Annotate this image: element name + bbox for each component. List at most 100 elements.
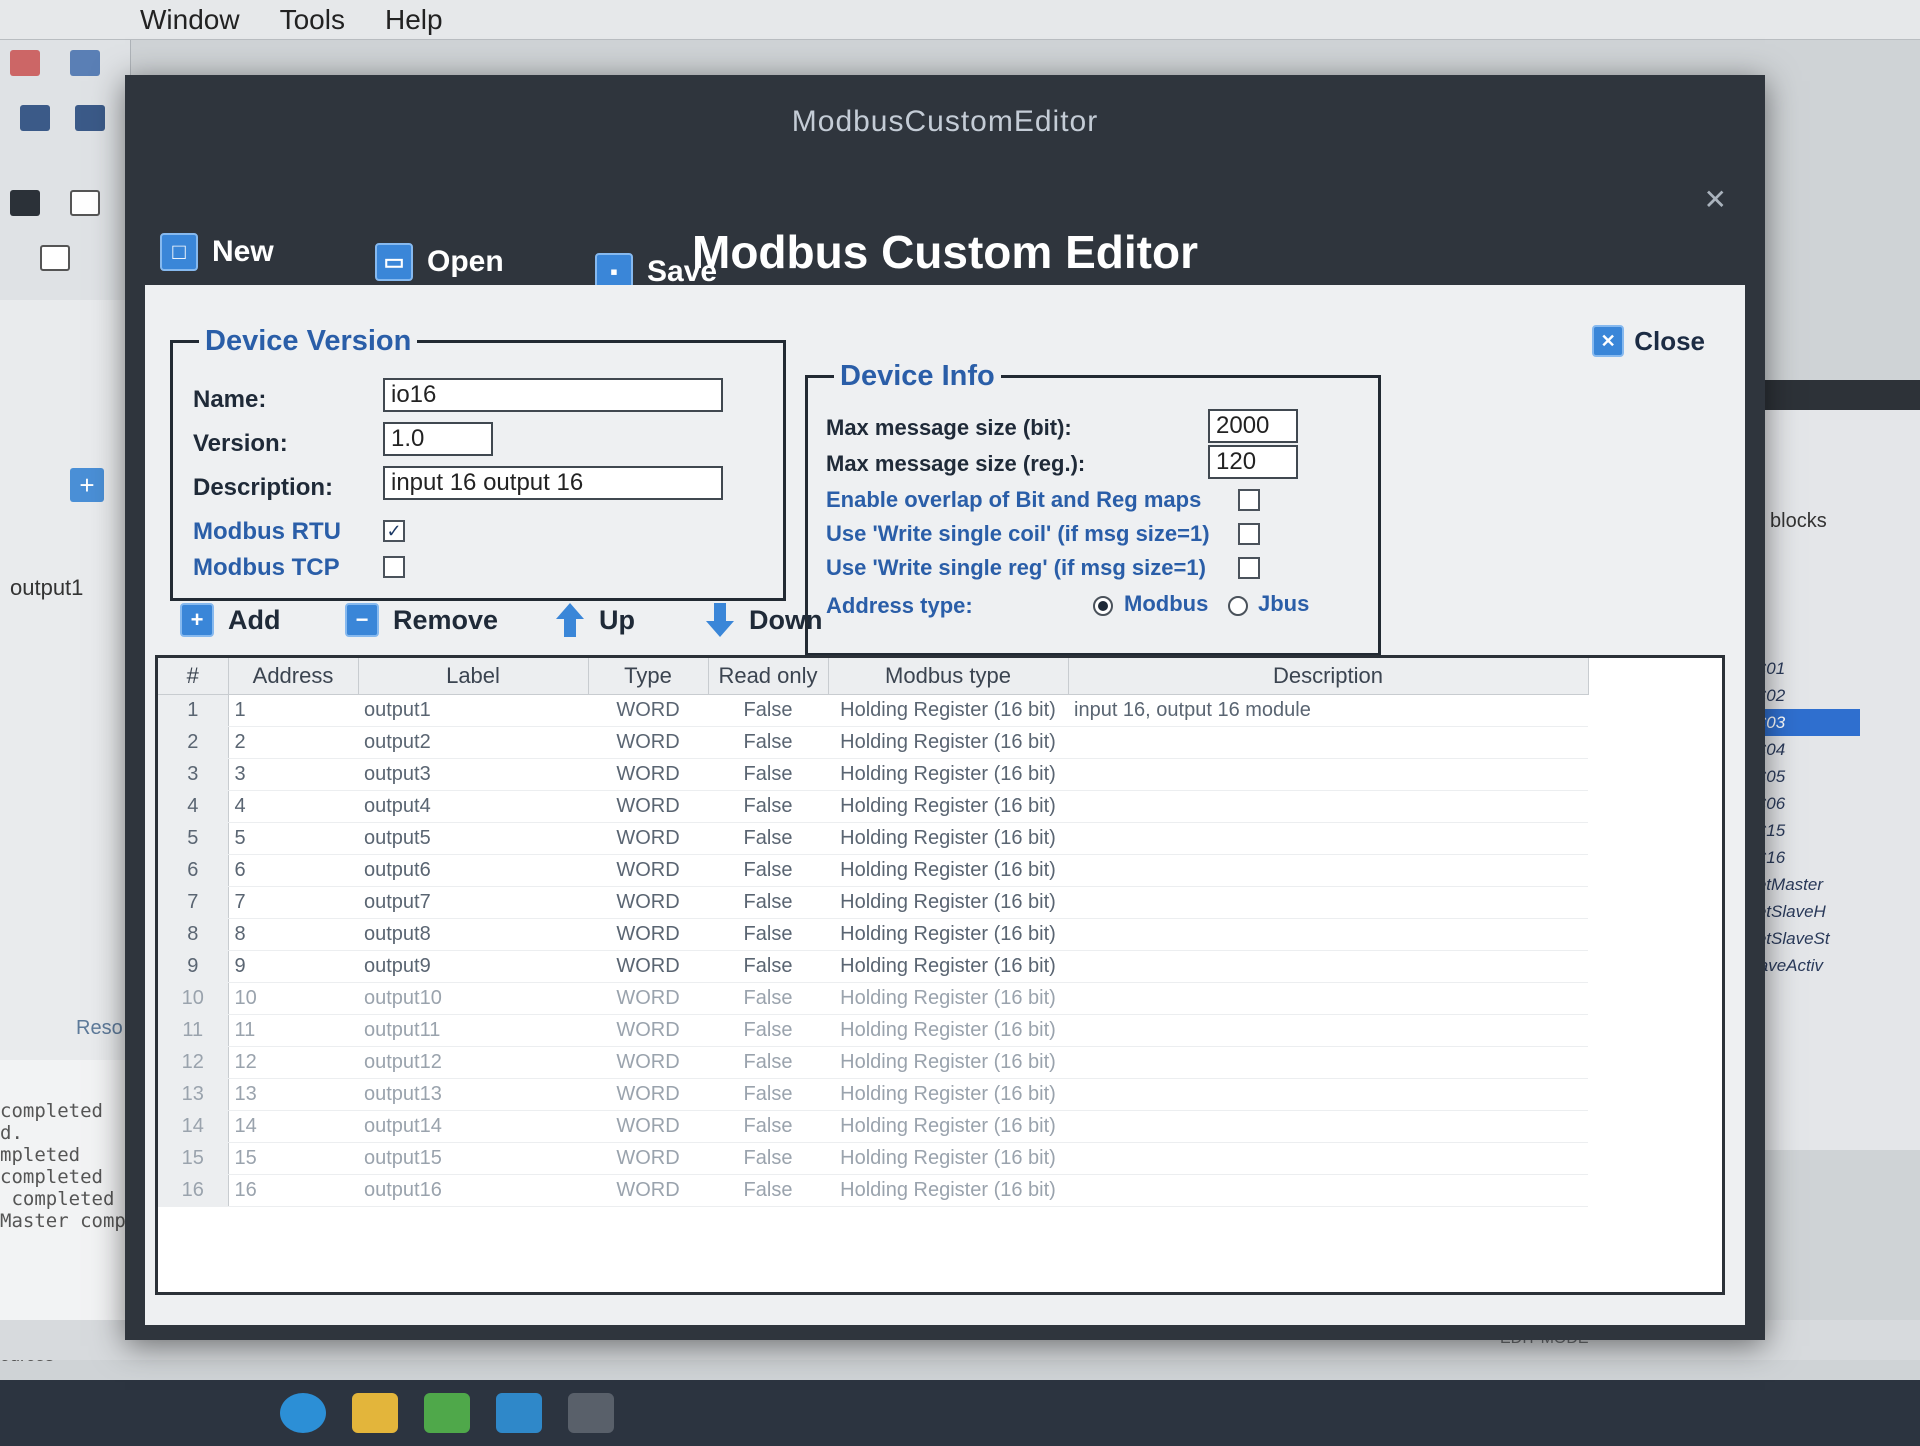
type-cell[interactable]: WORD (588, 790, 708, 823)
description-cell[interactable] (1068, 822, 1588, 855)
label-cell[interactable]: output5 (358, 822, 588, 855)
type-cell[interactable]: WORD (588, 1046, 708, 1079)
modbus-rtu-checkbox[interactable]: ✓ (383, 520, 405, 542)
address-cell[interactable]: 5 (228, 822, 358, 855)
type-cell[interactable]: WORD (588, 950, 708, 983)
menu-help[interactable]: Help (385, 4, 443, 36)
description-cell[interactable] (1068, 726, 1588, 759)
address-cell[interactable]: 6 (228, 854, 358, 887)
toolbar-tool-icon[interactable] (70, 50, 100, 76)
address-cell[interactable]: 1 (228, 694, 358, 727)
table-row[interactable]: 12 12 output12 WORD False Holding Register (1… (158, 1046, 1588, 1079)
read-only-cell[interactable]: False (708, 854, 828, 887)
jbus-radio[interactable] (1228, 596, 1248, 616)
row-index-cell[interactable]: 12 (158, 1046, 229, 1079)
label-cell[interactable]: output13 (358, 1078, 588, 1111)
table-row[interactable]: 10 10 output10 WORD False Holding Register (1… (158, 982, 1588, 1015)
write-reg-checkbox[interactable] (1238, 557, 1260, 579)
modbus-type-cell[interactable]: Holding Register (16 bit) (828, 790, 1068, 823)
address-cell[interactable]: 8 (228, 918, 358, 951)
modbus-type-cell[interactable]: Holding Register (16 bit) (828, 918, 1068, 951)
label-cell[interactable]: output2 (358, 726, 588, 759)
description-cell[interactable] (1068, 1014, 1588, 1047)
modbus-type-cell[interactable]: Holding Register (16 bit) (828, 694, 1068, 727)
label-cell[interactable]: output11 (358, 1014, 588, 1047)
row-index-cell[interactable]: 15 (158, 1142, 229, 1175)
address-cell[interactable]: 12 (228, 1046, 358, 1079)
type-cell[interactable]: WORD (588, 1014, 708, 1047)
modbus-type-cell[interactable]: Holding Register (16 bit) (828, 726, 1068, 759)
label-cell[interactable]: output6 (358, 854, 588, 887)
address-cell[interactable]: 10 (228, 982, 358, 1015)
read-only-cell[interactable]: False (708, 950, 828, 983)
column-header-modbus-type[interactable]: Modbus type (828, 658, 1069, 695)
read-only-cell[interactable]: False (708, 1046, 828, 1079)
row-index-cell[interactable]: 2 (158, 726, 229, 759)
address-cell[interactable]: 16 (228, 1174, 358, 1207)
type-cell[interactable]: WORD (588, 886, 708, 919)
label-cell[interactable]: output8 (358, 918, 588, 951)
toolbar-tool-icon[interactable] (10, 50, 40, 76)
up-button[interactable]: Up (555, 603, 635, 637)
read-only-cell[interactable]: False (708, 1142, 828, 1175)
type-cell[interactable]: WORD (588, 1078, 708, 1111)
write-coil-checkbox[interactable] (1238, 523, 1260, 545)
row-index-cell[interactable]: 4 (158, 790, 229, 823)
column-header-address[interactable]: Address (228, 658, 359, 695)
row-index-cell[interactable]: 14 (158, 1110, 229, 1143)
read-only-cell[interactable]: False (708, 694, 828, 727)
row-index-cell[interactable]: 3 (158, 758, 229, 791)
menu-window[interactable]: Window (140, 4, 240, 36)
read-only-cell[interactable]: False (708, 758, 828, 791)
row-index-cell[interactable]: 6 (158, 854, 229, 887)
menu-tools[interactable]: Tools (280, 4, 345, 36)
read-only-cell[interactable]: False (708, 726, 828, 759)
table-row[interactable]: 11 11 output11 WORD False Holding Register (1… (158, 1014, 1588, 1047)
toolbar-tool-icon[interactable] (10, 190, 40, 216)
label-cell[interactable]: output10 (358, 982, 588, 1015)
mail-icon[interactable] (496, 1393, 542, 1433)
row-index-cell[interactable]: 13 (158, 1078, 229, 1111)
resources-link[interactable]: Reso (76, 1017, 123, 1040)
description-cell[interactable] (1068, 950, 1588, 983)
column-header-type[interactable]: Type (588, 658, 709, 695)
address-cell[interactable]: 2 (228, 726, 358, 759)
modbus-type-cell[interactable]: Holding Register (16 bit) (828, 758, 1068, 791)
store-icon[interactable] (424, 1393, 470, 1433)
table-row[interactable]: 14 14 output14 WORD False Holding Register (1… (158, 1110, 1588, 1143)
description-cell[interactable] (1068, 918, 1588, 951)
toolbar-tool-icon[interactable] (75, 105, 105, 131)
row-index-cell[interactable]: 7 (158, 886, 229, 919)
table-row[interactable]: 2 2 output2 WORD False Holding Register (16 b… (158, 726, 1588, 759)
open-button[interactable]: ▭ Open (375, 243, 504, 281)
project-item[interactable]: output1 (10, 575, 83, 601)
read-only-cell[interactable]: False (708, 1078, 828, 1111)
column-header-read-only[interactable]: Read only (708, 658, 829, 695)
address-cell[interactable]: 7 (228, 886, 358, 919)
folder-icon[interactable] (352, 1393, 398, 1433)
remove-button[interactable]: − Remove (345, 603, 498, 637)
read-only-cell[interactable]: False (708, 822, 828, 855)
read-only-cell[interactable]: False (708, 1174, 828, 1207)
label-cell[interactable]: output7 (358, 886, 588, 919)
table-row[interactable]: 5 5 output5 WORD False Holding Register (16 b… (158, 822, 1588, 855)
description-cell[interactable] (1068, 1110, 1588, 1143)
type-cell[interactable]: WORD (588, 1174, 708, 1207)
label-cell[interactable]: output12 (358, 1046, 588, 1079)
read-only-cell[interactable]: False (708, 1110, 828, 1143)
type-cell[interactable]: WORD (588, 822, 708, 855)
max-bit-field[interactable] (1208, 409, 1298, 443)
type-cell[interactable]: WORD (588, 1142, 708, 1175)
modbus-type-cell[interactable]: Holding Register (16 bit) (828, 982, 1068, 1015)
toolbar-tool-icon[interactable] (70, 190, 100, 216)
label-cell[interactable]: output1 (358, 694, 588, 727)
row-index-cell[interactable]: 11 (158, 1014, 229, 1047)
description-cell[interactable] (1068, 1142, 1588, 1175)
max-reg-field[interactable] (1208, 445, 1298, 479)
row-index-cell[interactable]: 5 (158, 822, 229, 855)
type-cell[interactable]: WORD (588, 1110, 708, 1143)
modbus-type-cell[interactable]: Holding Register (16 bit) (828, 950, 1068, 983)
type-cell[interactable]: WORD (588, 854, 708, 887)
description-cell[interactable] (1068, 758, 1588, 791)
modbus-type-cell[interactable]: Holding Register (16 bit) (828, 1142, 1068, 1175)
